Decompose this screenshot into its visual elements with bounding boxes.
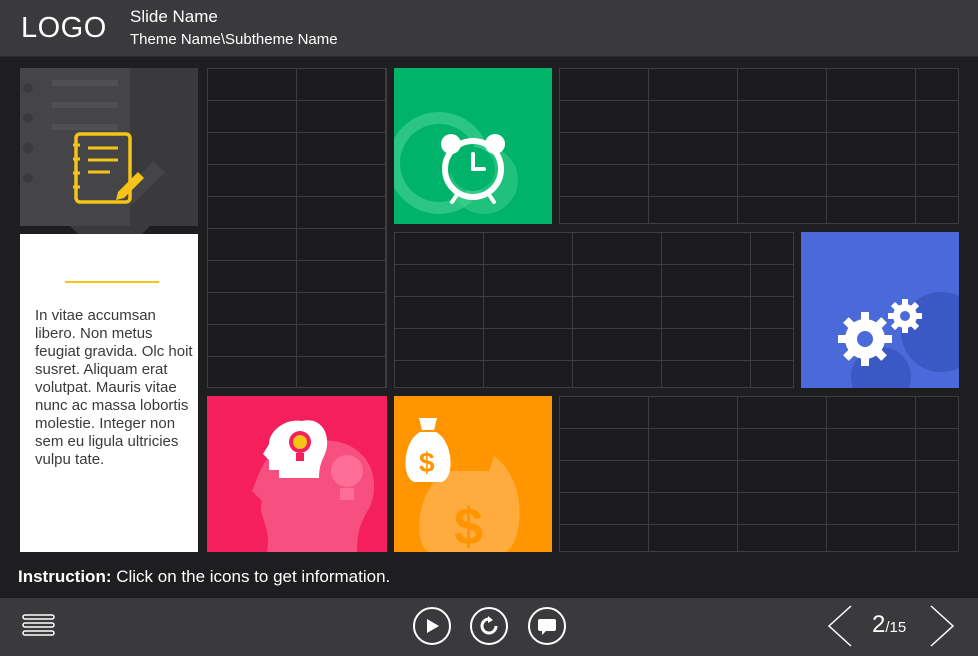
footer-bar: 2/15 xyxy=(0,598,978,656)
page-current: 2 xyxy=(872,611,886,638)
hamburger-icon xyxy=(22,614,55,636)
chevron-left-icon xyxy=(827,605,852,647)
comment-button[interactable] xyxy=(528,607,566,645)
theme-name: Theme Name\Subtheme Name xyxy=(130,31,338,48)
card-text: In vitae accumsan libero. Non metus feug… xyxy=(35,307,193,468)
money-bag-icon: $ $ xyxy=(405,418,520,552)
page-indicator: 2/15 xyxy=(872,611,906,639)
slide-stage: In vitae accumsan libero. Non metus feug… xyxy=(0,57,978,598)
speech-bubble-icon xyxy=(538,619,556,635)
gears-icon xyxy=(838,292,959,388)
gears-tile[interactable] xyxy=(801,232,959,388)
notepad-icon xyxy=(20,68,165,226)
brick-wall-top-right xyxy=(559,68,959,224)
brick-wall-bottom-right xyxy=(559,396,959,552)
notepad-tile[interactable] xyxy=(20,68,198,226)
page-total: /15 xyxy=(885,619,907,636)
play-button[interactable] xyxy=(413,607,451,645)
brick-wall-middle xyxy=(394,232,794,388)
replay-button[interactable] xyxy=(470,607,508,645)
svg-text:$: $ xyxy=(419,447,435,478)
instruction-body: Click on the icons to get information. xyxy=(111,567,391,586)
header-bar: LOGO Slide Name Theme Name\Subtheme Name xyxy=(0,0,978,57)
head-idea-icon xyxy=(252,420,375,552)
prev-button[interactable] xyxy=(826,604,854,648)
brick-wall-left xyxy=(207,68,387,388)
replay-icon xyxy=(480,616,498,635)
logo: LOGO xyxy=(21,12,107,44)
svg-text:$: $ xyxy=(454,498,483,552)
info-card: In vitae accumsan libero. Non metus feug… xyxy=(20,234,198,552)
chevron-right-icon xyxy=(930,605,955,647)
instruction-label: Instruction: xyxy=(18,567,112,586)
alarm-clock-icon xyxy=(394,112,518,214)
play-icon xyxy=(427,619,439,633)
slide-name: Slide Name xyxy=(130,7,218,26)
card-divider xyxy=(65,281,159,283)
instruction-text: Instruction: Click on the icons to get i… xyxy=(18,567,390,587)
idea-tile[interactable] xyxy=(207,396,387,552)
alarm-tile[interactable] xyxy=(394,68,552,224)
next-button[interactable] xyxy=(928,604,956,648)
money-tile[interactable]: $ $ xyxy=(394,396,552,552)
menu-button[interactable] xyxy=(22,612,56,642)
